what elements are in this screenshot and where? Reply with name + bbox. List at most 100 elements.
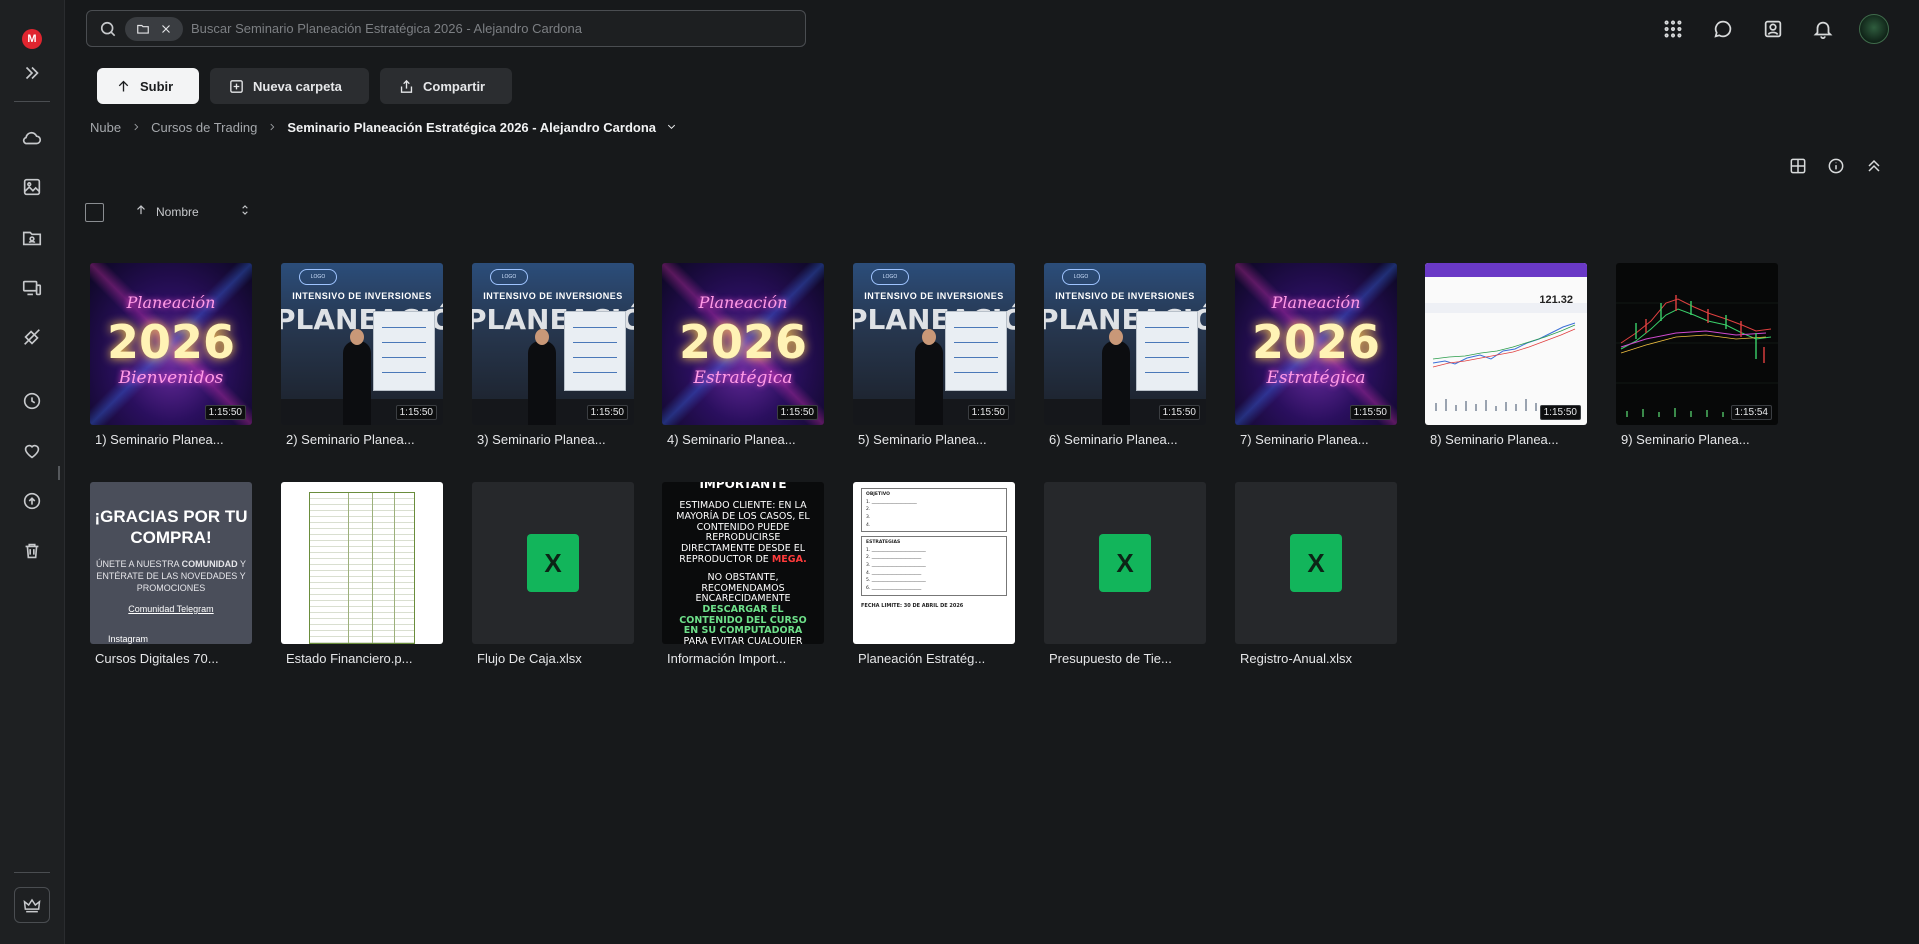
file-name: 3) Seminario Planea... xyxy=(477,432,606,447)
photos-icon[interactable] xyxy=(17,172,47,202)
mega-logo[interactable]: M xyxy=(22,29,42,49)
video-thumbnail: Planeación 2026 Bienvenidos 1:15:50 xyxy=(90,263,252,425)
chevron-down-icon[interactable] xyxy=(666,120,677,135)
top-right-actions xyxy=(1659,14,1889,44)
file-tile[interactable]: Planeación 2026 Bienvenidos 1:15:50 1) S… xyxy=(90,263,252,447)
file-name: 2) Seminario Planea... xyxy=(286,432,415,447)
shared-folders-icon[interactable] xyxy=(17,223,47,253)
favourites-icon[interactable] xyxy=(17,436,47,466)
recents-icon[interactable] xyxy=(17,386,47,416)
share-button[interactable]: Compartir xyxy=(380,68,512,104)
video-thumbnail: LOGO INTENSIVO DE INVERSIONES PLANEACIÓN… xyxy=(853,263,1015,425)
image-thumbnail: IMPORTANTE ESTIMADO CLIENTE: EN LA MAYOR… xyxy=(662,482,824,644)
close-icon xyxy=(161,24,170,33)
duration-badge: 1:15:50 xyxy=(586,405,628,420)
folder-scope-chip[interactable] xyxy=(125,16,183,41)
transfer-icon[interactable] xyxy=(17,322,47,352)
sort-control[interactable]: Nombre xyxy=(134,203,252,220)
arrow-up-icon xyxy=(134,203,148,220)
upload-button[interactable]: Subir xyxy=(97,68,199,104)
avatar[interactable] xyxy=(1859,14,1889,44)
file-tile[interactable]: Planeación 2026 Estratégica 1:15:50 7) S… xyxy=(1235,263,1397,447)
sidebar-divider xyxy=(14,872,50,873)
breadcrumb: Nube Cursos de Trading Seminario Planeac… xyxy=(90,120,677,135)
file-tile[interactable]: 1:15:54 9) Seminario Planea... xyxy=(1616,263,1778,447)
spreadsheet-thumbnail: X xyxy=(1235,482,1397,644)
upgrade-crown-icon[interactable] xyxy=(14,887,50,923)
breadcrumb-item-trading[interactable]: Cursos de Trading xyxy=(151,120,257,135)
sidebar-divider xyxy=(14,101,50,102)
file-name: Cursos Digitales 70... xyxy=(95,651,219,666)
file-tile[interactable]: X Registro-Anual.xlsx xyxy=(1235,482,1397,666)
new-folder-button[interactable]: Nueva carpeta xyxy=(210,68,369,104)
file-tile[interactable]: LOGO INTENSIVO DE INVERSIONES PLANEACIÓN… xyxy=(853,263,1015,447)
file-tile[interactable]: 121.32 1:15:50 8) Seminario Planea... xyxy=(1425,263,1587,447)
duration-badge: 1:15:50 xyxy=(204,405,246,420)
duration-badge: 1:15:50 xyxy=(967,405,1009,420)
file-name: 1) Seminario Planea... xyxy=(95,432,224,447)
document-thumbnail: OBJETIVO 1. ____________________ 2. 3. 4. ES… xyxy=(853,482,1015,644)
duration-badge: 1:15:50 xyxy=(1158,405,1200,420)
file-tile[interactable]: LOGO INTENSIVO DE INVERSIONES PLANEACIÓN… xyxy=(281,263,443,447)
sidebar-resize-handle[interactable] xyxy=(58,466,60,480)
search-icon xyxy=(97,18,119,40)
notifications-bell-icon[interactable] xyxy=(1809,15,1837,43)
file-name: Registro-Anual.xlsx xyxy=(1240,651,1352,666)
backups-icon[interactable] xyxy=(17,486,47,516)
arrow-up-icon xyxy=(118,80,129,91)
rubbish-bin-icon[interactable] xyxy=(17,536,47,566)
breadcrumb-item-cloud[interactable]: Nube xyxy=(90,120,121,135)
search-bar[interactable]: Buscar Seminario Planeación Estratégica … xyxy=(86,10,806,47)
duration-badge: 1:15:50 xyxy=(1349,405,1391,420)
file-name: Planeación Estratég... xyxy=(858,651,986,666)
document-thumbnail xyxy=(281,482,443,644)
contacts-icon[interactable] xyxy=(1759,15,1787,43)
expand-sidebar-icon[interactable] xyxy=(17,58,47,88)
breadcrumb-current[interactable]: Seminario Planeación Estratégica 2026 - … xyxy=(287,120,656,135)
collapse-up-icon[interactable] xyxy=(1863,155,1885,177)
duration-badge: 1:15:50 xyxy=(776,405,818,420)
spreadsheet-thumbnail: X xyxy=(472,482,634,644)
file-tile[interactable]: ¡GRACIAS POR TU COMPRA! ÚNETE A NUESTRA … xyxy=(90,482,252,666)
file-tile[interactable]: Estado Financiero.p... xyxy=(281,482,443,666)
search-input[interactable]: Buscar Seminario Planeación Estratégica … xyxy=(191,21,582,36)
view-options xyxy=(1787,155,1885,177)
select-all-checkbox[interactable] xyxy=(85,203,104,222)
file-tile[interactable]: LOGO INTENSIVO DE INVERSIONES PLANEACIÓN… xyxy=(472,263,634,447)
cloud-drive-icon[interactable] xyxy=(17,123,47,153)
file-tile[interactable]: X Flujo De Caja.xlsx xyxy=(472,482,634,666)
file-name: 6) Seminario Planea... xyxy=(1049,432,1178,447)
excel-file-icon: X xyxy=(527,534,579,592)
video-thumbnail: 1:15:54 xyxy=(1616,263,1778,425)
chevron-right-icon xyxy=(267,120,277,135)
file-tile[interactable]: X Presupuesto de Tie... xyxy=(1044,482,1206,666)
file-name: Estado Financiero.p... xyxy=(286,651,413,666)
sort-toggle-icon[interactable] xyxy=(238,203,252,220)
sort-label: Nombre xyxy=(156,204,199,219)
chat-icon[interactable] xyxy=(1709,15,1737,43)
file-tile[interactable]: IMPORTANTE ESTIMADO CLIENTE: EN LA MAYOR… xyxy=(662,482,824,666)
file-name: Presupuesto de Tie... xyxy=(1049,651,1172,666)
video-thumbnail: LOGO INTENSIVO DE INVERSIONES PLANEACIÓN… xyxy=(281,263,443,425)
file-name: 4) Seminario Planea... xyxy=(667,432,796,447)
grid-view-icon[interactable] xyxy=(1787,155,1809,177)
file-tile[interactable]: LOGO INTENSIVO DE INVERSIONES PLANEACIÓN… xyxy=(1044,263,1206,447)
file-tile[interactable]: Planeación 2026 Estratégica 1:15:50 4) S… xyxy=(662,263,824,447)
file-tile[interactable]: OBJETIVO 1. ____________________ 2. 3. 4. ES… xyxy=(853,482,1015,666)
video-thumbnail: LOGO INTENSIVO DE INVERSIONES PLANEACIÓN… xyxy=(1044,263,1206,425)
video-thumbnail: LOGO INTENSIVO DE INVERSIONES PLANEACIÓN… xyxy=(472,263,634,425)
plus-square-icon xyxy=(230,79,243,93)
folder-icon xyxy=(136,24,149,34)
file-name: 9) Seminario Planea... xyxy=(1621,432,1750,447)
devices-icon[interactable] xyxy=(17,273,47,303)
info-icon[interactable] xyxy=(1825,155,1847,177)
duration-badge: 1:15:50 xyxy=(1539,405,1581,420)
chevron-right-icon xyxy=(131,120,141,135)
spreadsheet-thumbnail: X xyxy=(1044,482,1206,644)
video-thumbnail: 121.32 1:15:50 xyxy=(1425,263,1587,425)
video-thumbnail: Planeación 2026 Estratégica 1:15:50 xyxy=(662,263,824,425)
excel-file-icon: X xyxy=(1099,534,1151,592)
sidebar: M xyxy=(0,0,65,944)
duration-badge: 1:15:50 xyxy=(395,405,437,420)
apps-grid-icon[interactable] xyxy=(1659,15,1687,43)
